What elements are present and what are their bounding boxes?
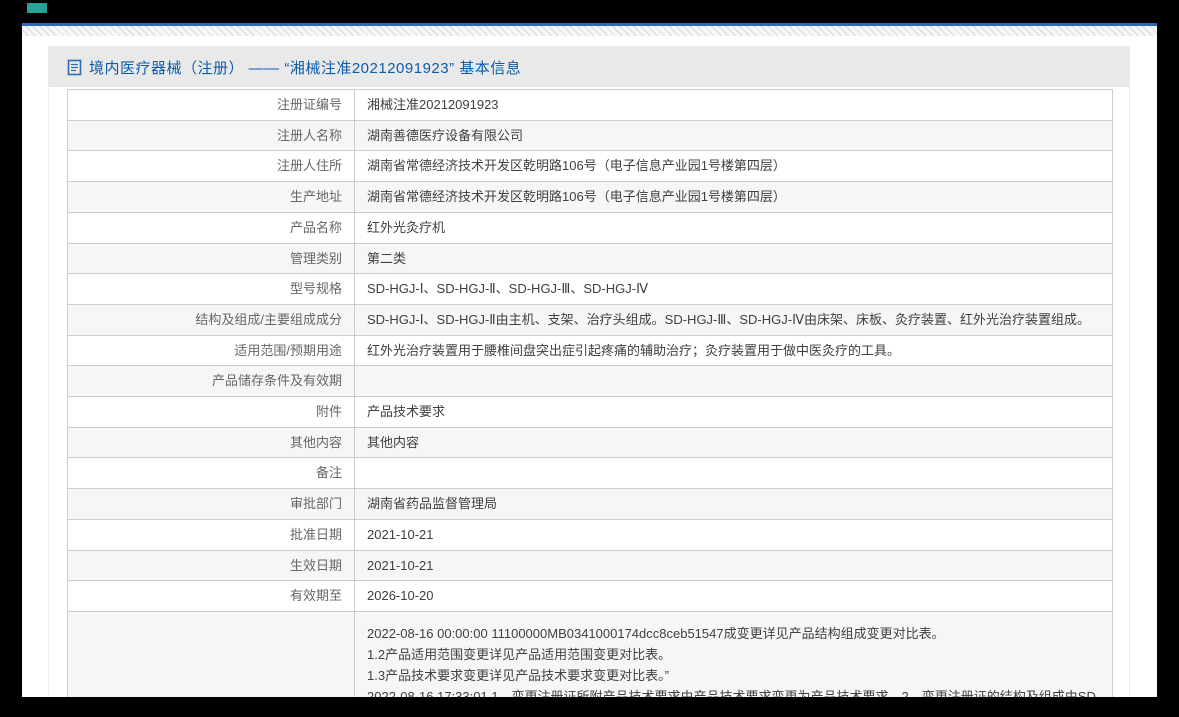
table-row: 审批部门 湖南省药品监督管理局	[67, 488, 1113, 520]
table-row-change-history: 2022-08-16 00:00:00 11100000MB0341000174…	[67, 610, 1113, 697]
table-area: 注册证编号 湘械注准20212091923 注册人名称 湖南善德医疗设备有限公司…	[49, 87, 1129, 697]
field-value: SD-HGJ-Ⅰ、SD-HGJ-Ⅱ、SD-HGJ-Ⅲ、SD-HGJ-Ⅳ	[354, 273, 1113, 305]
field-label: 适用范围/预期用途	[67, 334, 355, 367]
field-value: 第二类	[354, 242, 1113, 275]
field-label: 管理类别	[67, 242, 355, 275]
field-value: 红外光治疗装置用于腰椎间盘突出症引起疼痛的辅助治疗；灸疗装置用于做中医灸疗的工具…	[354, 334, 1113, 367]
field-value: 湖南省常德经济技术开发区乾明路106号（电子信息产业园1号楼第四层）	[354, 150, 1113, 183]
field-label: 审批部门	[67, 488, 355, 520]
field-value: 湘械注准20212091923	[354, 89, 1113, 121]
change-history-line: 1.3产品技术要求变更详见产品技术要求变更对比表。”	[367, 667, 669, 683]
field-label: 生产地址	[67, 181, 355, 213]
field-value: 其他内容	[354, 426, 1113, 459]
field-value: 2021-10-21	[354, 549, 1113, 582]
field-label: 注册人名称	[67, 119, 355, 152]
table-row: 生产地址 湖南省常德经济技术开发区乾明路106号（电子信息产业园1号楼第四层）	[67, 181, 1113, 213]
field-label: 注册证编号	[67, 89, 355, 121]
field-value: 湖南省常德经济技术开发区乾明路106号（电子信息产业园1号楼第四层）	[354, 181, 1113, 213]
field-label: 批准日期	[67, 518, 355, 551]
table-row: 附件 产品技术要求	[67, 396, 1113, 428]
registration-info-table: 注册证编号 湘械注准20212091923 注册人名称 湖南善德医疗设备有限公司…	[67, 89, 1113, 697]
field-value: 红外光灸疗机	[354, 211, 1113, 244]
table-row: 批准日期 2021-10-21	[67, 518, 1113, 551]
change-history-line: 2022-08-16 17:33:01 1、变更注册证所附产品技术要求由产品技术…	[367, 688, 1100, 697]
field-value: 湖南善德医疗设备有限公司	[354, 119, 1113, 152]
field-value: 2021-10-21	[354, 518, 1113, 551]
field-value: 2026-10-20	[354, 580, 1113, 612]
table-row: 注册人住所 湖南省常德经济技术开发区乾明路106号（电子信息产业园1号楼第四层）	[67, 150, 1113, 183]
field-label: 生效日期	[67, 549, 355, 582]
field-label: 产品储存条件及有效期	[67, 365, 355, 398]
field-label: 结构及组成/主要组成成分	[67, 303, 355, 336]
table-row: 结构及组成/主要组成成分 SD-HGJ-Ⅰ、SD-HGJ-Ⅱ由主机、支架、治疗头…	[67, 303, 1113, 336]
page-viewport: 境内医疗器械（注册） —— “湘械注准20212091923” 基本信息 注册证…	[22, 23, 1157, 697]
table-row: 管理类别 第二类	[67, 242, 1113, 275]
field-value: SD-HGJ-Ⅰ、SD-HGJ-Ⅱ由主机、支架、治疗头组成。SD-HGJ-Ⅲ、S…	[354, 303, 1113, 336]
hatched-texture-strip	[22, 26, 1157, 36]
window-frame: 境内医疗器械（注册） —— “湘械注准20212091923” 基本信息 注册证…	[0, 0, 1179, 717]
table-row: 型号规格 SD-HGJ-Ⅰ、SD-HGJ-Ⅱ、SD-HGJ-Ⅲ、SD-HGJ-Ⅳ	[67, 273, 1113, 305]
change-history-line: 1.2产品适用范围变更详见产品适用范围变更对比表。	[367, 646, 672, 662]
field-value: 2022-08-16 00:00:00 11100000MB0341000174…	[354, 610, 1113, 697]
registration-info-card: 境内医疗器械（注册） —— “湘械注准20212091923” 基本信息 注册证…	[48, 46, 1130, 697]
table-row: 注册证编号 湘械注准20212091923	[67, 89, 1113, 121]
table-row: 生效日期 2021-10-21	[67, 549, 1113, 582]
field-label: 型号规格	[67, 273, 355, 305]
change-history-line: 2022-08-16 00:00:00 11100000MB0341000174…	[367, 625, 945, 641]
table-row: 有效期至 2026-10-20	[67, 580, 1113, 612]
field-value	[354, 457, 1113, 490]
field-value: 产品技术要求	[354, 396, 1113, 428]
card-header: 境内医疗器械（注册） —— “湘械注准20212091923” 基本信息	[49, 47, 1129, 87]
field-value: 湖南省药品监督管理局	[354, 488, 1113, 520]
field-label: 有效期至	[67, 580, 355, 612]
page-title: 境内医疗器械（注册） —— “湘械注准20212091923” 基本信息	[89, 59, 522, 77]
table-row: 备注	[67, 457, 1113, 490]
field-label: 其他内容	[67, 426, 355, 459]
field-label	[67, 610, 355, 697]
field-label: 备注	[67, 457, 355, 490]
table-row: 其他内容 其他内容	[67, 426, 1113, 459]
field-label: 注册人住所	[67, 150, 355, 183]
table-row: 适用范围/预期用途 红外光治疗装置用于腰椎间盘突出症引起疼痛的辅助治疗；灸疗装置…	[67, 334, 1113, 367]
field-label: 产品名称	[67, 211, 355, 244]
table-row: 产品名称 红外光灸疗机	[67, 211, 1113, 244]
field-label: 附件	[67, 396, 355, 428]
document-icon	[67, 59, 82, 75]
field-value	[354, 365, 1113, 398]
table-row: 产品储存条件及有效期	[67, 365, 1113, 398]
table-row: 注册人名称 湖南善德医疗设备有限公司	[67, 119, 1113, 152]
teal-corner-mark	[27, 3, 47, 13]
